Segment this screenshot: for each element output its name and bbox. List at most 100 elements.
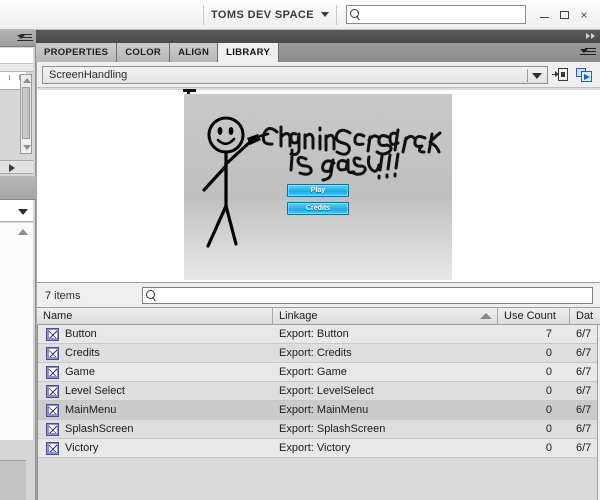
symbol-preview-area[interactable]: Play Credits	[37, 87, 600, 283]
column-header-use-count[interactable]: Use Count	[480, 307, 569, 325]
tab-properties[interactable]: PROPERTIES	[36, 43, 118, 62]
cell-date: 6/7	[576, 404, 592, 416]
sort-ascending-icon	[480, 313, 492, 319]
background-panel-footer	[0, 460, 26, 500]
movieclip-symbol-icon	[46, 403, 59, 417]
library-search-input[interactable]	[158, 288, 592, 303]
item-name-label: Level Select	[65, 385, 125, 397]
preview-top-rule	[37, 88, 600, 90]
panel-tab-strip: PROPERTIES COLOR ALIGN LIBRARY	[36, 43, 600, 62]
cell-name: Button	[38, 325, 273, 344]
movieclip-symbol-icon	[46, 441, 59, 455]
close-button[interactable]: ×	[574, 5, 594, 25]
cell-date: 6/7	[576, 328, 592, 340]
library-item-list[interactable]: Button Export: Button 7 6/7 Credits Expo…	[37, 325, 600, 500]
chevron-down-icon	[532, 72, 542, 79]
item-name-label: MainMenu	[65, 404, 117, 416]
scroll-down-icon[interactable]	[23, 145, 31, 150]
table-row[interactable]: SplashScreen Export: SplashScreen 0 6/7	[38, 420, 600, 439]
cell-use-count: 0	[545, 404, 552, 416]
cell-linkage: Export: SplashScreen	[279, 423, 386, 435]
column-header-label: Dat	[576, 310, 594, 322]
play-arrow-icon[interactable]	[9, 164, 15, 172]
cell-name: Game	[38, 363, 273, 382]
table-row[interactable]: Button Export: Button 7 6/7	[38, 325, 600, 344]
expand-arrows-icon[interactable]	[586, 33, 595, 39]
search-icon	[146, 289, 158, 302]
library-search-box[interactable]	[142, 287, 593, 304]
cell-linkage: Export: Game	[279, 366, 347, 378]
preview-stage: Play Credits	[184, 94, 452, 280]
document-selector[interactable]: ScreenHandling	[42, 65, 548, 84]
item-name-label: SplashScreen	[65, 423, 134, 435]
panel-menu-icon[interactable]	[17, 34, 33, 43]
movieclip-symbol-icon	[46, 365, 59, 379]
background-panel-hscroll[interactable]	[0, 160, 33, 174]
minimize-button[interactable]	[534, 5, 554, 25]
background-panel	[0, 30, 36, 500]
movieclip-symbol-icon	[46, 327, 59, 341]
scrollbar-thumb[interactable]	[22, 87, 30, 139]
cell-date: 6/7	[576, 366, 592, 378]
help-search-box[interactable]	[346, 5, 526, 24]
cell-use-count: 0	[545, 423, 552, 435]
background-panel-scrollbar[interactable]	[20, 74, 32, 154]
cell-name: MainMenu	[38, 401, 273, 420]
tab-label: PROPERTIES	[44, 47, 109, 58]
scroll-up-icon[interactable]	[23, 78, 31, 83]
tab-align[interactable]: ALIGN	[170, 43, 219, 62]
preview-credits-button[interactable]: Credits	[287, 202, 349, 215]
background-panel-band	[0, 176, 36, 200]
title-bar: TOMS DEV SPACE ×	[0, 0, 600, 30]
library-list-header: Name Linkage Use Count Dat	[37, 307, 600, 325]
library-document-row: ScreenHandling	[37, 62, 600, 87]
cell-linkage: Export: MainMenu	[279, 404, 369, 416]
column-header-label: Use Count	[504, 310, 556, 322]
new-library-panel-button[interactable]	[572, 65, 596, 85]
workspace-switcher[interactable]: TOMS DEV SPACE	[211, 9, 329, 21]
preview-play-button[interactable]: Play	[287, 184, 349, 197]
tab-color[interactable]: COLOR	[117, 43, 171, 62]
panel-dock-bar[interactable]	[36, 30, 600, 43]
movieclip-symbol-icon	[46, 422, 59, 436]
library-count-row: 7 items	[37, 284, 600, 307]
item-count-label: 7 items	[45, 289, 81, 302]
scroll-up-icon[interactable]	[18, 229, 28, 235]
help-search-input[interactable]	[362, 7, 525, 22]
item-name-label: Game	[65, 366, 95, 378]
table-row[interactable]: Game Export: Game 0 6/7	[38, 363, 600, 382]
cell-linkage: Export: Credits	[279, 347, 352, 359]
maximize-button[interactable]	[554, 5, 574, 25]
column-header-linkage[interactable]: Linkage	[272, 307, 497, 325]
movieclip-symbol-icon	[46, 384, 59, 398]
new-library-panel-icon	[576, 67, 592, 82]
cell-date: 6/7	[576, 385, 592, 397]
library-panel-body: ScreenHandling Play Credits 7 items Name…	[36, 62, 600, 500]
preview-button-label: Play	[310, 187, 326, 194]
table-row[interactable]: Level Select Export: LevelSelect 0 6/7	[38, 382, 600, 401]
tab-label: ALIGN	[178, 47, 210, 58]
cell-linkage: Export: Button	[279, 328, 349, 340]
table-row[interactable]: Victory Export: Victory 0 6/7	[38, 439, 600, 458]
document-selector-divider	[527, 68, 528, 82]
panel-menu-icon[interactable]	[580, 48, 596, 57]
library-panel: PROPERTIES COLOR ALIGN LIBRARY ScreenHan…	[36, 30, 600, 500]
table-row[interactable]: MainMenu Export: MainMenu 0 6/7	[38, 401, 600, 420]
maximize-icon	[559, 10, 569, 19]
cell-date: 6/7	[576, 423, 592, 435]
cell-use-count: 0	[545, 385, 552, 397]
pin-library-button[interactable]	[548, 65, 572, 85]
column-header-date[interactable]: Dat	[569, 307, 600, 325]
tab-library[interactable]: LIBRARY	[218, 43, 280, 62]
cell-name: Level Select	[38, 382, 273, 401]
item-name-label: Credits	[65, 347, 100, 359]
title-bar-divider-2	[336, 4, 337, 25]
preview-button-label: Credits	[305, 205, 331, 212]
background-panel-select[interactable]	[0, 200, 33, 222]
library-list-empty-area[interactable]	[38, 458, 600, 500]
item-name-label: Button	[65, 328, 97, 340]
chevron-down-icon	[18, 209, 28, 215]
column-header-name[interactable]: Name	[37, 307, 272, 325]
cell-linkage: Export: LevelSelect	[279, 385, 374, 397]
table-row[interactable]: Credits Export: Credits 0 6/7	[38, 344, 600, 363]
